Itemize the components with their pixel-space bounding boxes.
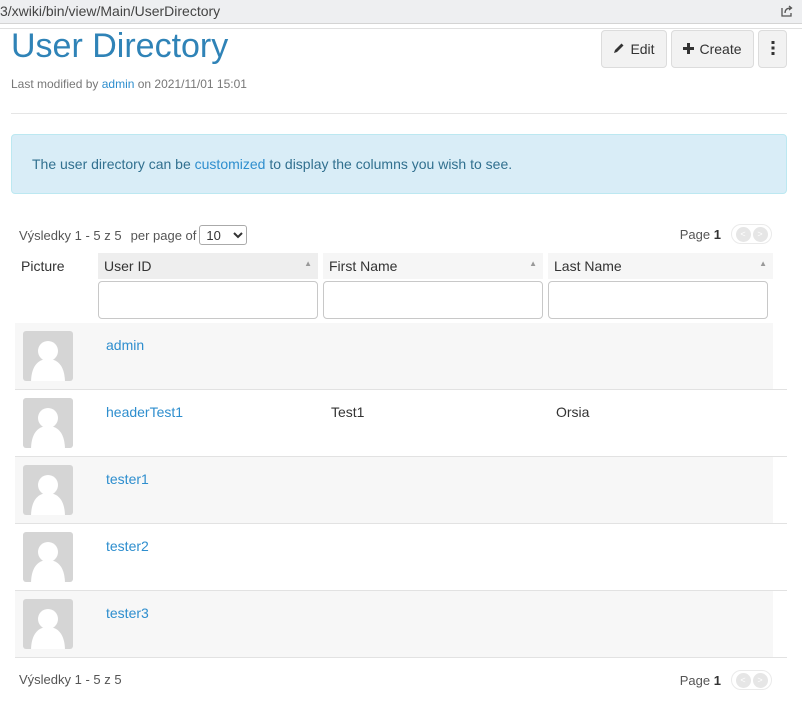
avatar[interactable] xyxy=(23,532,73,582)
row-background xyxy=(15,457,773,523)
pager-controls: < > xyxy=(731,670,772,690)
per-page-label: per page of xyxy=(130,227,197,243)
sort-icon[interactable]: ▲ xyxy=(304,259,312,268)
table-row: tester1 xyxy=(15,457,787,524)
page-indicator: Page 1 xyxy=(680,673,721,688)
customize-link[interactable]: customized xyxy=(195,156,266,172)
sort-icon[interactable]: ▲ xyxy=(529,259,537,268)
author-link[interactable]: admin xyxy=(102,77,135,91)
create-button[interactable]: Create xyxy=(671,30,754,68)
results-summary-top: Výsledky 1 - 5 z 5 per page of 10 xyxy=(19,225,248,245)
plus-icon xyxy=(683,41,695,57)
results-count-bottom: Výsledky 1 - 5 z 5 xyxy=(19,672,122,687)
row-background xyxy=(15,591,773,657)
page-number: 1 xyxy=(713,226,721,242)
last-modified-prefix: Last modified by xyxy=(11,77,102,91)
page-number: 1 xyxy=(713,672,721,688)
divider xyxy=(11,113,787,114)
share-icon[interactable] xyxy=(779,3,795,19)
results-count: Výsledky 1 - 5 z 5 xyxy=(19,227,122,243)
prev-page-button[interactable]: < xyxy=(735,672,751,688)
more-actions-button[interactable] xyxy=(758,30,787,68)
last-name-cell: Orsia xyxy=(556,404,590,420)
alert-text-after: to display the columns you wish to see. xyxy=(265,156,513,172)
column-label: Picture xyxy=(21,258,65,274)
sort-icon[interactable]: ▲ xyxy=(759,259,767,268)
last-modified: Last modified by admin on 2021/11/01 15:… xyxy=(11,77,247,91)
user-id-link[interactable]: admin xyxy=(106,337,144,353)
user-id-link[interactable]: tester1 xyxy=(106,471,149,487)
avatar[interactable] xyxy=(23,398,73,448)
pencil-icon xyxy=(613,41,625,57)
row-background xyxy=(15,323,773,389)
user-id-filter[interactable] xyxy=(98,281,318,319)
table-row: tester2 xyxy=(15,524,787,591)
next-page-button[interactable]: > xyxy=(752,672,768,688)
table-row: admin xyxy=(15,323,787,390)
column-header-first-name[interactable]: First Name ▲ xyxy=(323,253,543,279)
column-header-picture: Picture xyxy=(15,253,95,279)
last-modified-date: on 2021/11/01 15:01 xyxy=(134,77,247,91)
column-label: First Name xyxy=(329,258,398,274)
prev-page-button[interactable]: < xyxy=(735,226,751,242)
column-label: Last Name xyxy=(554,258,622,274)
pagination-top: Page 1 < > xyxy=(680,224,772,244)
table-row: headerTest1 Test1 Orsia xyxy=(15,390,787,457)
address-bar[interactable]: 3/xwiki/bin/view/Main/UserDirectory xyxy=(0,0,802,24)
user-id-link[interactable]: headerTest1 xyxy=(106,404,183,420)
page-label: Page xyxy=(679,672,711,688)
avatar[interactable] xyxy=(23,599,73,649)
last-name-filter[interactable] xyxy=(548,281,768,319)
first-name-cell: Test1 xyxy=(331,404,365,420)
avatar[interactable] xyxy=(23,465,73,515)
url-text[interactable]: 3/xwiki/bin/view/Main/UserDirectory xyxy=(0,3,220,19)
user-id-link[interactable]: tester2 xyxy=(106,538,149,554)
next-page-button[interactable]: > xyxy=(752,226,768,242)
per-page-select[interactable]: 10 xyxy=(199,225,248,245)
vertical-ellipsis-icon xyxy=(771,40,775,58)
column-header-last-name[interactable]: Last Name ▲ xyxy=(548,253,773,279)
first-name-filter[interactable] xyxy=(323,281,543,319)
column-label: User ID xyxy=(104,258,152,274)
pagination-bottom: Page 1 < > xyxy=(680,670,772,690)
page-indicator: Page 1 xyxy=(680,227,721,242)
info-alert: The user directory can be customized to … xyxy=(11,134,787,194)
avatar[interactable] xyxy=(23,331,73,381)
edit-label: Edit xyxy=(630,41,655,57)
page-label: Page xyxy=(679,226,711,242)
alert-text-before: The user directory can be xyxy=(32,156,195,172)
pager-controls: < > xyxy=(731,224,772,244)
page-title: User Directory xyxy=(11,27,229,65)
edit-button[interactable]: Edit xyxy=(601,30,667,68)
table-row: tester3 xyxy=(15,591,787,658)
create-label: Create xyxy=(699,41,742,57)
column-header-user-id[interactable]: User ID ▲ xyxy=(98,253,318,279)
user-id-link[interactable]: tester3 xyxy=(106,605,149,621)
